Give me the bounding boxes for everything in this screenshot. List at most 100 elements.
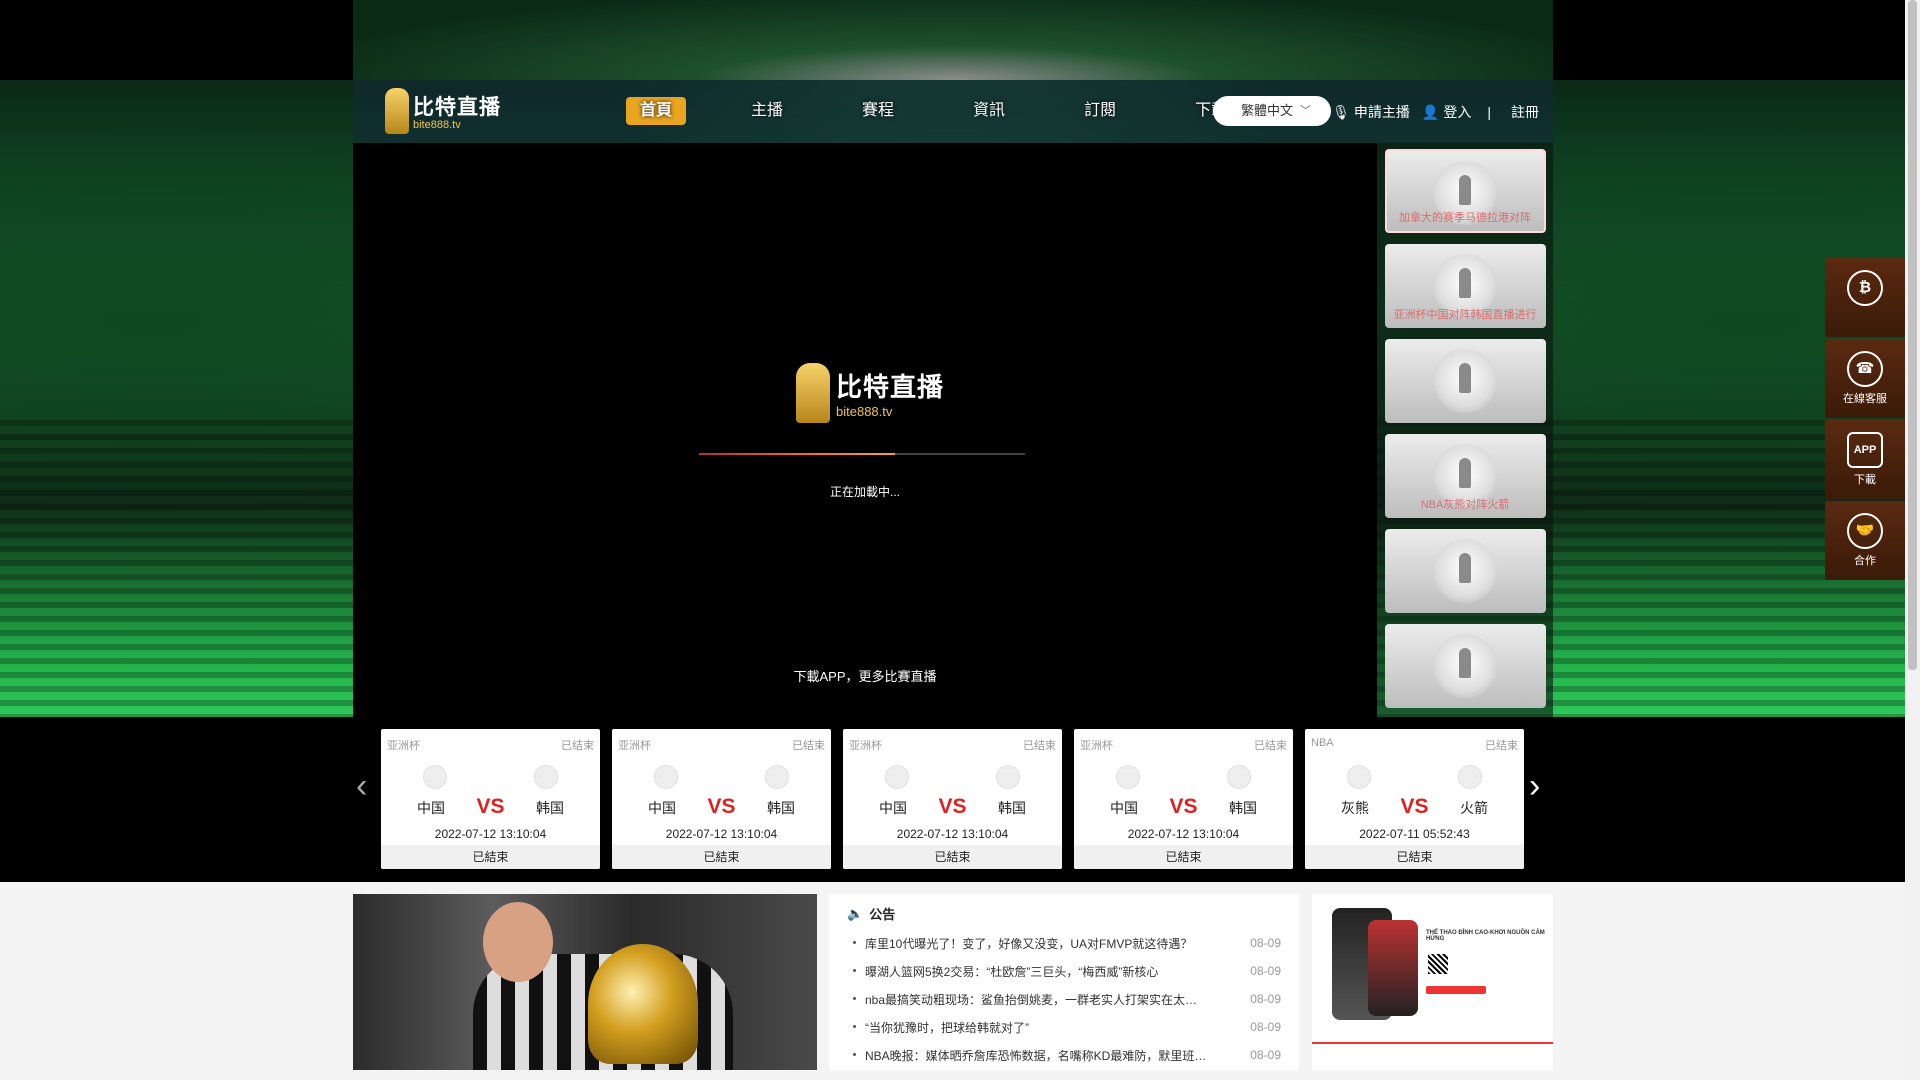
vs-label: VS xyxy=(938,795,967,818)
match-card[interactable]: 亚洲杯 已结束 中国 VS 韩国 2022-07-12 13:10:04 已結束 xyxy=(381,729,600,869)
match-league: NBA xyxy=(1311,737,1334,749)
speaker-icon: 🔈 xyxy=(847,905,864,921)
live-room-item[interactable] xyxy=(1384,529,1546,613)
floating-label: 下載 xyxy=(1854,474,1876,486)
video-player[interactable]: 比特直播 bite888.tv 正在加載中... 下載APP，更多比賽直播 xyxy=(353,143,1377,717)
headset-icon: ☎ xyxy=(1847,351,1883,387)
login-link[interactable]: 登入 xyxy=(1443,102,1471,122)
live-room-name: NBA灰熊对阵火箭 xyxy=(1420,499,1510,511)
app-ad-button[interactable] xyxy=(1426,986,1486,994)
logo-cn-text: 比特直播 xyxy=(413,96,501,119)
away-team: 韩国 xyxy=(1229,800,1257,816)
announcement-item[interactable]: “当你犹豫时，把球给韩就对了” 08-09 xyxy=(847,1013,1281,1041)
match-time: 2022-07-12 13:10:04 xyxy=(1127,827,1240,841)
match-status-top: 已结束 xyxy=(561,740,594,752)
carousel-prev-arrow-icon[interactable]: ‹ xyxy=(356,767,367,806)
team-badge-icon xyxy=(885,765,909,789)
vs-label: VS xyxy=(1400,795,1429,818)
away-team: 韩国 xyxy=(767,800,795,816)
announcement-item[interactable]: 曝湖人篮网5换2交易：“杜欧詹”三巨头，“梅西威”新核心 08-09 xyxy=(847,957,1281,985)
divider xyxy=(1312,1042,1553,1044)
home-team: 中国 xyxy=(879,800,907,816)
app-download-banner[interactable]: THỂ THAO ĐỈNH CAO-KHƠI NGUỒN CẢM HỨNG xyxy=(1312,894,1553,1070)
language-label: 繁體中文 xyxy=(1241,103,1294,118)
app-icon: APP xyxy=(1847,432,1883,468)
home-team: 中国 xyxy=(648,800,676,816)
team-badge-icon xyxy=(1227,765,1251,789)
announcement-text: 曝湖人篮网5换2交易：“杜欧詹”三巨头，“梅西威”新核心 xyxy=(847,963,1207,980)
team-badge-icon xyxy=(423,765,447,789)
site-logo[interactable]: 比特直播 bite888.tv xyxy=(385,88,501,134)
vs-label: VS xyxy=(1169,795,1198,818)
announcement-date: 08-09 xyxy=(1250,992,1281,1006)
match-card[interactable]: 亚洲杯 已结束 中国 VS 韩国 2022-07-12 13:10:04 已結束 xyxy=(843,729,1062,869)
announcement-item[interactable]: nba最搞笑动粗现场：鲨鱼抬倒姚麦，一群老实人打架实在太有意思了 08-09 xyxy=(847,985,1281,1013)
live-room-item[interactable]: 加拿大的赛季马德拉港对阵 xyxy=(1384,149,1546,233)
carousel-next-arrow-icon[interactable]: › xyxy=(1529,767,1540,806)
live-room-list: 加拿大的赛季马德拉港对阵 亚洲杯中国对阵韩国直播进行 NBA灰熊对阵火箭 xyxy=(1377,143,1553,717)
bottom-section: 🔈 公告 库里10代曝光了！变了，好像又没变，UA对FMVP就这待遇？ 08-09 … xyxy=(0,882,1905,1080)
match-status: 已結束 xyxy=(612,845,831,869)
live-room-name: 加拿大的赛季马德拉港对阵 xyxy=(1399,212,1531,224)
away-team: 韩国 xyxy=(536,800,564,816)
announcement-text: 库里10代曝光了！变了，好像又没变，UA对FMVP就这待遇？ xyxy=(847,935,1207,952)
live-room-item[interactable] xyxy=(1384,624,1546,708)
match-status-top: 已结束 xyxy=(792,740,825,752)
cooperation-button[interactable]: 🤝 合作 xyxy=(1825,501,1905,580)
scrollbar-thumb[interactable] xyxy=(1908,0,1917,670)
announcement-item[interactable]: 库里10代曝光了！变了，好像又没变，UA对FMVP就这待遇？ 08-09 xyxy=(847,929,1281,957)
trophy-logo-icon xyxy=(385,88,409,134)
nav-subscribe[interactable]: 訂閱 xyxy=(1070,97,1130,125)
nav-home[interactable]: 首頁 xyxy=(626,97,687,125)
download-button[interactable]: APP 下載 xyxy=(1825,420,1905,499)
team-badge-icon xyxy=(996,765,1020,789)
apply-host-link[interactable]: 申請主播 xyxy=(1354,102,1410,122)
language-select[interactable]: 繁體中文 ﹀ xyxy=(1213,96,1331,126)
player-face-graphic xyxy=(483,902,553,982)
bitcoin-cup-icon: ₿ xyxy=(1847,270,1883,306)
page-scrollbar[interactable] xyxy=(1905,0,1920,1080)
match-carousel: ‹ 亚洲杯 已结束 中国 VS 韩国 2022-07-12 13:10:04 已結束 … xyxy=(0,717,1905,882)
register-link[interactable]: 註冊 xyxy=(1511,102,1539,122)
match-time: 2022-07-12 13:10:04 xyxy=(665,827,778,841)
nav-schedule[interactable]: 賽程 xyxy=(848,97,908,125)
loading-text: 正在加載中... xyxy=(829,485,900,499)
user-icon: 👤 xyxy=(1421,103,1440,120)
match-status-top: 已结束 xyxy=(1023,740,1056,752)
trophy-graphic xyxy=(588,944,698,1064)
match-card[interactable]: 亚洲杯 已结束 中国 VS 韩国 2022-07-12 13:10:04 已結束 xyxy=(1074,729,1293,869)
download-app-promo[interactable]: 下載APP，更多比賽直播 xyxy=(353,666,1377,685)
match-card[interactable]: 亚洲杯 已结束 中国 VS 韩国 2022-07-12 13:10:04 已結束 xyxy=(612,729,831,869)
floating-cup-button[interactable]: ₿ xyxy=(1825,258,1905,337)
match-card[interactable]: NBA 已结束 灰熊 VS 火箭 2022-07-11 05:52:43 已結束 xyxy=(1305,729,1524,869)
announcement-text: nba最搞笑动粗现场：鲨鱼抬倒姚麦，一群老实人打架实在太有意思了 xyxy=(847,991,1207,1008)
match-time: 2022-07-12 13:10:04 xyxy=(896,827,1009,841)
home-team: 中国 xyxy=(1110,800,1138,816)
away-team: 火箭 xyxy=(1460,800,1488,816)
phone-graphic xyxy=(1368,920,1418,1016)
customer-service-button[interactable]: ☎ 在線客服 xyxy=(1825,339,1905,418)
match-league: 亚洲杯 xyxy=(618,740,651,752)
trophy-icon xyxy=(1433,349,1497,413)
nav-anchors[interactable]: 主播 xyxy=(737,97,797,125)
match-time: 2022-07-12 13:10:04 xyxy=(434,827,547,841)
live-room-item[interactable]: NBA灰熊对阵火箭 xyxy=(1384,434,1546,518)
team-badge-icon xyxy=(534,765,558,789)
handshake-icon: 🤝 xyxy=(1847,513,1883,549)
microphone-icon: 🎙 xyxy=(1332,103,1350,120)
featured-news-image[interactable] xyxy=(353,894,817,1070)
announcement-item[interactable]: NBA晚报：媒体晒乔詹库恐怖数据，名嘴称KD最难防，默里班切斯特 08-09 xyxy=(847,1041,1281,1069)
home-team: 灰熊 xyxy=(1341,800,1369,816)
nav-news[interactable]: 資訊 xyxy=(959,97,1019,125)
match-status-top: 已结束 xyxy=(1254,740,1287,752)
qr-code-icon xyxy=(1428,954,1448,974)
floating-label: 在線客服 xyxy=(1843,393,1887,405)
live-room-item[interactable]: 亚洲杯中国对阵韩国直播进行 xyxy=(1384,244,1546,328)
logo-en-text: bite888.tv xyxy=(413,119,461,131)
announcement-title: 公告 xyxy=(869,907,896,922)
vs-label: VS xyxy=(476,795,505,818)
match-league: 亚洲杯 xyxy=(849,740,882,752)
live-room-item[interactable] xyxy=(1384,339,1546,423)
announcement-text: NBA晚报：媒体晒乔詹库恐怖数据，名嘴称KD最难防，默里班切斯特 xyxy=(847,1047,1207,1064)
match-status: 已結束 xyxy=(843,845,1062,869)
